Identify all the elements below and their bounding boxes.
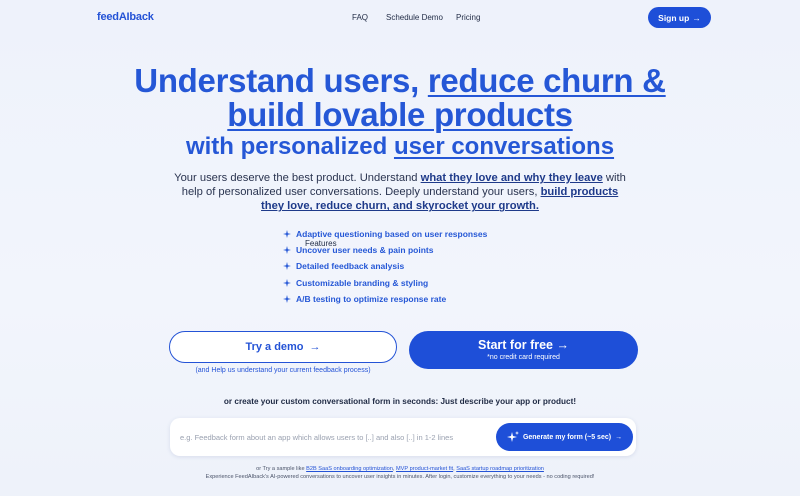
feature-label: Detailed feedback analysis [296,261,405,272]
try-demo-button[interactable]: Try a demo → [169,331,397,363]
sparkle-icon [283,278,291,287]
nav-link-faq[interactable]: FAQ [352,13,368,22]
feature-item: Uncover user needs & pain points [283,242,487,258]
arrow-right-icon: → [309,341,321,353]
feature-item: Adaptive questioning based on user respo… [283,226,487,242]
app-description-input[interactable] [180,427,480,447]
sample-prefix: or Try a sample like [256,466,307,472]
hero-subtitle-part1: with personalized [185,133,394,160]
signup-label: Sign up [658,12,690,23]
demo-help-text[interactable]: (and Help us understand your current fee… [169,367,397,374]
generate-form-button[interactable]: Generate my form (~5 sec) → [496,423,633,451]
feature-item: A/B testing to optimize response rate [283,291,487,307]
start-free-label: Start for free [477,338,554,352]
generate-form-label: Generate my form (~5 sec) [522,433,612,441]
desc-text-1: Your users deserve the best product. Und… [174,172,421,184]
hero-title: Understand users, reduce churn & build l… [0,64,800,132]
feature-label: A/B testing to optimize response rate [296,293,447,304]
feature-label: Uncover user needs & pain points [296,245,434,256]
generate-form-box: Generate my form (~5 sec) → [170,418,636,456]
feature-item: Customizable branding & styling [283,275,487,291]
hero-description: Your users deserve the best product. Und… [170,171,630,214]
sample-links: or Try a sample like B2B SaaS onboarding… [0,465,800,481]
hero-title-part3: build lovable products [227,96,573,133]
start-free-label-row: Start for free → [409,338,638,352]
top-nav: feedAIback Features FAQ Schedule Demo Pr… [0,0,800,248]
sparkle-icon [506,431,519,442]
nav-link-pricing[interactable]: Pricing [456,13,480,22]
nav-link-schedule-demo[interactable]: Schedule Demo [386,13,443,22]
hero-title-part2: reduce churn & [427,62,666,99]
arrow-right-icon: → [556,338,570,352]
hero-title-part1: Understand users, [134,62,428,99]
desc-link-love-leave: what they love and why they leave [420,172,603,184]
feature-label: Adaptive questioning based on user respo… [296,229,488,240]
sparkle-icon [283,246,291,255]
sample-link-mvp[interactable]: MVP product-market fit [396,466,453,472]
start-free-button[interactable]: Start for free → *no credit card require… [409,331,638,369]
sample-link-b2b-saas[interactable]: B2B SaaS onboarding optimization [306,466,393,472]
create-form-prompt: or create your custom conversational for… [223,397,577,406]
hero-subtitle-part2: user conversations [393,133,615,160]
sparkle-icon [283,230,291,239]
feature-list: Adaptive questioning based on user respo… [283,226,487,307]
hero-subtitle: with personalized user conversations [0,133,800,161]
no-credit-card-note: *no credit card required [487,354,560,361]
sample-link-roadmap[interactable]: SaaS startup roadmap prioritization [456,466,544,472]
arrow-right-icon: → [692,12,701,23]
logo[interactable]: feedAIback [97,11,154,23]
feature-label: Customizable branding & styling [296,277,429,288]
sparkle-icon [283,262,291,271]
try-demo-label: Try a demo [245,341,304,353]
sparkle-icon [283,294,291,303]
signup-button[interactable]: Sign up → [648,7,711,28]
experience-note: Experience FeedAIback's AI-powered conve… [205,474,595,480]
feature-item: Detailed feedback analysis [283,258,487,274]
sample-row: or Try a sample like B2B SaaS onboarding… [0,465,800,473]
arrow-right-icon: → [615,433,623,441]
